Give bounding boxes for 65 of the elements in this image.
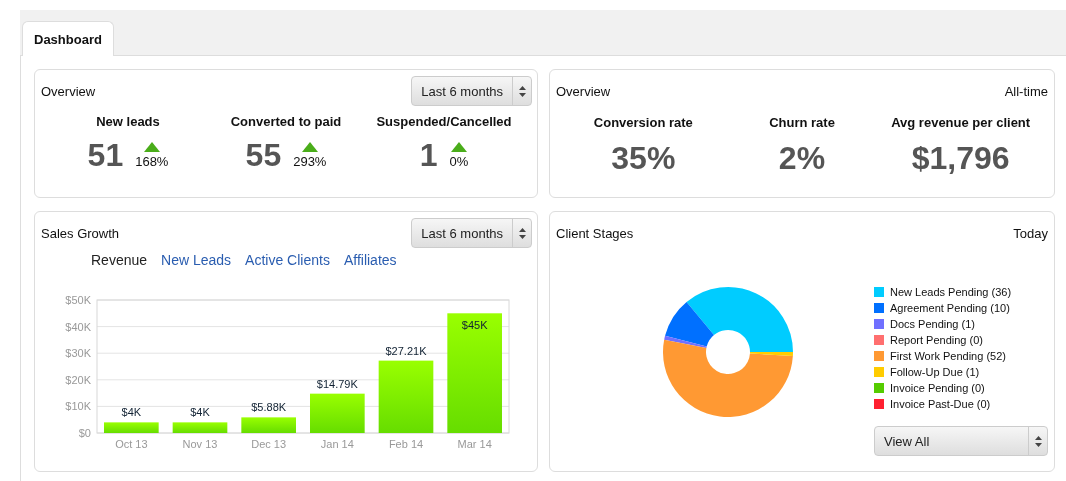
- bar: [310, 393, 365, 433]
- axis-tick-label: Feb 14: [388, 438, 424, 450]
- axis-tick-label: Dec 13: [251, 438, 287, 450]
- metric-label: Conversion rate: [593, 115, 693, 130]
- metric-label: Converted to paid: [230, 114, 342, 129]
- tab[interactable]: Dashboard: [22, 21, 114, 56]
- chart-tab[interactable]: Affiliates: [337, 252, 403, 268]
- bar: [104, 422, 159, 433]
- value-label: $4K: [190, 406, 210, 419]
- metric-value: $1,796: [911, 140, 1010, 176]
- metric-label: Churn rate: [769, 115, 835, 130]
- metric-label: Suspended/Cancelled: [376, 114, 512, 129]
- metric-label: New leads: [96, 114, 160, 129]
- axis-tick-label: Mar 14: [457, 438, 492, 450]
- metric-label: Avg revenue per client: [891, 115, 1031, 130]
- axis-tick-label: Nov 13: [182, 438, 218, 450]
- change-percent: 168%: [135, 154, 169, 169]
- change-percent: 0%: [449, 154, 469, 169]
- legend-label: Docs Pending (1): [890, 318, 975, 330]
- period-label: Today: [1013, 225, 1048, 241]
- bar: [241, 417, 296, 433]
- chart-tab[interactable]: Active Clients: [239, 252, 336, 268]
- dropdown[interactable]: Last 6 months: [411, 76, 532, 106]
- legend-label: Follow-Up Due (1): [890, 366, 980, 378]
- axis-tick-label: $10K: [65, 400, 91, 413]
- up-down-arrows-icon: [1034, 435, 1042, 447]
- trend-up-icon: [143, 142, 160, 152]
- value-label: $27.21K: [385, 344, 427, 357]
- period-label: All-time: [1004, 83, 1048, 99]
- axis-tick-label: $20K: [65, 373, 91, 386]
- axis-tick-label: $0: [78, 427, 91, 439]
- axis-tick-label: Oct 13: [115, 438, 148, 450]
- chart-tab[interactable]: New Leads: [155, 252, 238, 268]
- card-title: Client Stages: [556, 225, 634, 241]
- metric-value: 2%: [778, 140, 826, 176]
- change-percent: 293%: [293, 154, 327, 169]
- axis-tick-label: $50K: [65, 294, 91, 306]
- metric-value: 51: [87, 137, 124, 173]
- value-label: $45K: [461, 319, 488, 332]
- metric-value: 35%: [611, 140, 676, 176]
- metric-value: 1: [419, 137, 438, 173]
- legend-label: Invoice Past-Due (0): [890, 398, 991, 410]
- legend-label: Invoice Pending (0): [890, 382, 985, 394]
- value-label: $4K: [121, 406, 142, 419]
- legend-label: New Leads Pending (36): [890, 286, 1012, 298]
- dropdown[interactable]: Last 6 months: [411, 218, 532, 248]
- legend-label: Report Pending (0): [890, 334, 983, 346]
- axis-tick-label: $30K: [65, 347, 91, 360]
- value-label: $5.88K: [251, 401, 287, 414]
- trend-up-icon: [301, 142, 318, 152]
- dropdown[interactable]: View All: [874, 426, 1048, 456]
- axis-tick-label: Jan 14: [320, 438, 354, 450]
- legend-label: Agreement Pending (10): [890, 302, 1010, 314]
- axis-tick-label: $40K: [65, 320, 91, 333]
- card-title: Overview: [556, 83, 611, 99]
- metric-value: 55: [245, 137, 282, 173]
- bar: [172, 422, 228, 433]
- card-title: Overview: [41, 83, 96, 99]
- card-title: Sales Growth: [41, 225, 120, 241]
- value-label: $14.79K: [316, 377, 358, 390]
- up-down-arrows-icon: [518, 227, 526, 239]
- legend-label: First Work Pending (52): [890, 350, 1006, 362]
- up-down-arrows-icon: [518, 85, 526, 97]
- trend-up-icon: [450, 142, 467, 152]
- chart-tab[interactable]: Revenue: [85, 252, 154, 268]
